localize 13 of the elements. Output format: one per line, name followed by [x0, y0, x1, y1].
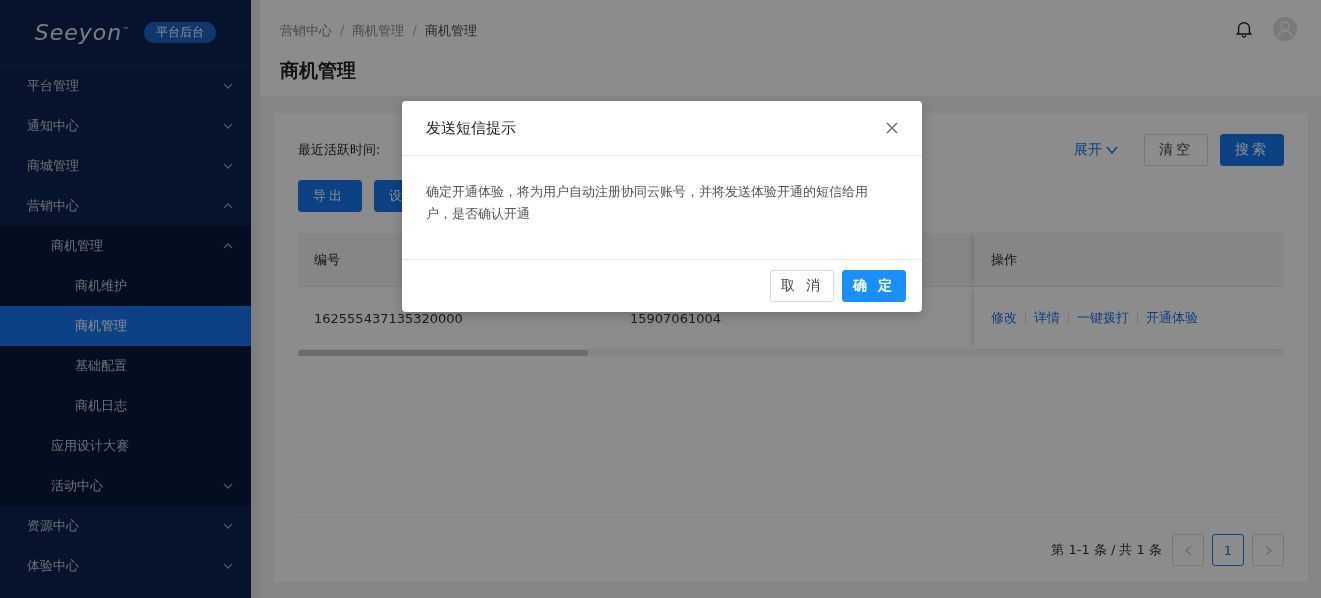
breadcrumb-separator: / — [340, 22, 345, 39]
pagination-summary: 第 1-1 条 / 共 1 条 — [1051, 541, 1162, 559]
breadcrumb-separator: / — [412, 22, 417, 39]
dialog-message: 确定开通体验，将为用户自动注册协同云账号，并将发送体验开通的短信给用户，是否确认开通 — [426, 184, 868, 221]
logo: Seeyon$^{™}$ — [34, 20, 131, 45]
table-cell-text: 162555437135320000 — [313, 310, 464, 326]
column-header: 操作 — [974, 233, 1284, 286]
table-cell-text: 15907061004 — [630, 310, 722, 326]
dialog-title: 发送短信提示 — [426, 118, 516, 138]
filter-label: 最近活跃时间: — [298, 140, 381, 159]
platform-badge: 平台后台 — [144, 22, 217, 43]
column-header: 编号 — [313, 250, 341, 269]
page-title: 商机管理 — [280, 58, 357, 83]
